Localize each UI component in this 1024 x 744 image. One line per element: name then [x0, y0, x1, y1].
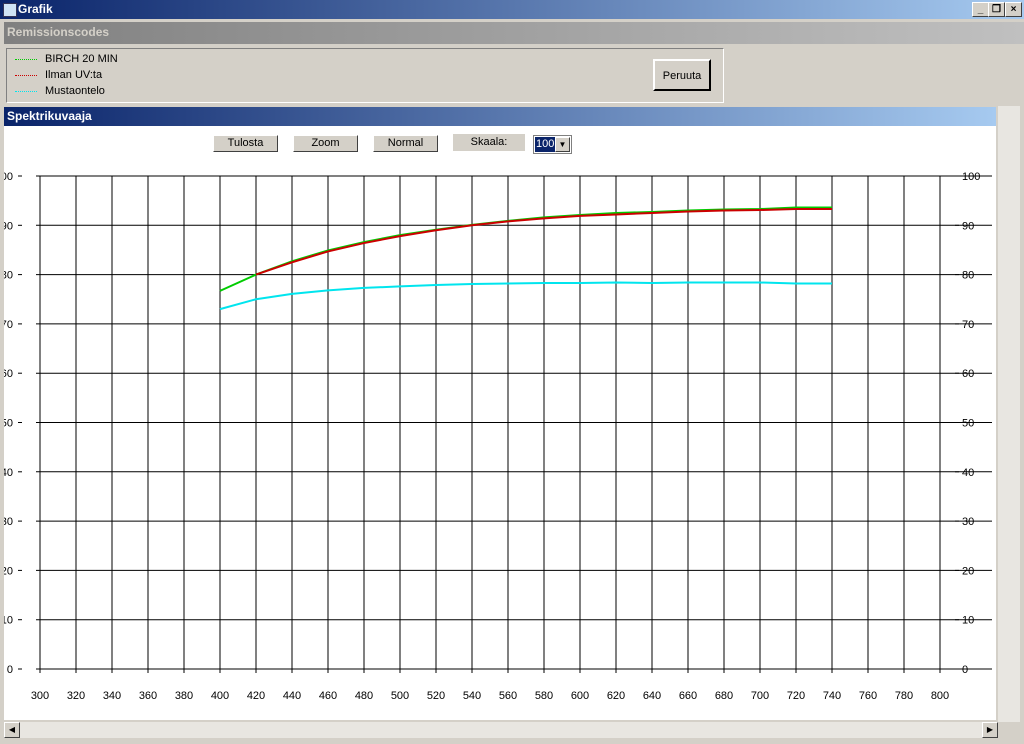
x-tick-label: 520	[427, 690, 445, 702]
x-tick-label: 400	[211, 690, 229, 702]
x-tick-label: 600	[571, 690, 589, 702]
x-tick-label: 640	[643, 690, 661, 702]
legend-label: Ilman UV:ta	[45, 69, 103, 81]
x-tick-label: 300	[31, 690, 49, 702]
x-tick-label: 500	[391, 690, 409, 702]
y-tick-label-left: 100	[4, 171, 13, 183]
legend-label: Mustaontelo	[45, 85, 105, 97]
legend-panel: BIRCH 20 MIN Ilman UV:ta Mustaontelo Per…	[6, 48, 724, 103]
y-tick-label-right: 30	[962, 516, 974, 528]
y-tick-label-right: 100	[962, 171, 980, 183]
plot-area: 300 320 340 360 380 400 420 440 460 480 500 520 540 5…	[0, 126, 996, 720]
cancel-button[interactable]: Peruuta	[653, 59, 711, 91]
x-tick-label: 720	[787, 690, 805, 702]
y-tick-label-left: 90	[4, 220, 13, 232]
close-button[interactable]: ×	[1005, 2, 1022, 17]
scale-value: 100	[535, 137, 556, 152]
x-tick-label: 800	[931, 690, 949, 702]
y-tick-label-left: 50	[4, 418, 13, 430]
scale-select[interactable]: 100 ▼	[533, 135, 572, 154]
vertical-scrollbar[interactable]	[998, 106, 1020, 722]
y-tick-label-right: 40	[962, 467, 974, 479]
legend-label: BIRCH 20 MIN	[45, 53, 118, 65]
y-tick-label-right: 60	[962, 368, 974, 380]
chart-panel-title: Spektrikuvaaja	[4, 107, 996, 126]
y-tick-label-left: 0	[7, 664, 13, 676]
legend-item: Ilman UV:ta	[15, 69, 102, 81]
y-tick-label-right: 20	[962, 565, 974, 577]
legend-swatch	[15, 58, 37, 60]
y-tick-label-left: 20	[4, 565, 13, 577]
scale-label: Skaala:	[453, 134, 525, 151]
x-tick-label: 340	[103, 690, 121, 702]
y-tick-label-right: 0	[962, 664, 968, 676]
x-tick-label: 760	[859, 690, 877, 702]
zoom-button[interactable]: Zoom	[293, 135, 358, 152]
scroll-right-icon[interactable]: ▶	[982, 722, 998, 738]
x-tick-label: 660	[679, 690, 697, 702]
y-tick-label-right: 10	[962, 615, 974, 627]
y-tick-label-left: 60	[4, 368, 13, 380]
scroll-left-icon[interactable]: ◀	[4, 722, 20, 738]
horizontal-scrollbar[interactable]: ◀ ▶	[4, 722, 998, 738]
legend-swatch	[15, 90, 37, 92]
y-tick-label-left: 10	[4, 615, 13, 627]
x-tick-label: 700	[751, 690, 769, 702]
y-tick-label-right: 90	[962, 220, 974, 232]
y-tick-label-right: 80	[962, 270, 974, 282]
window-title: Grafik	[18, 2, 53, 16]
chevron-down-icon[interactable]: ▼	[555, 137, 570, 152]
x-tick-label: 380	[175, 690, 193, 702]
x-tick-label: 460	[319, 690, 337, 702]
minimize-button[interactable]: _	[972, 2, 989, 17]
legend-item: Mustaontelo	[15, 85, 105, 97]
x-tick-label: 680	[715, 690, 733, 702]
x-tick-label: 440	[283, 690, 301, 702]
x-tick-label: 740	[823, 690, 841, 702]
legend-item: BIRCH 20 MIN	[15, 53, 118, 65]
x-tick-label: 580	[535, 690, 553, 702]
title-bar: Grafik _ ❐ ×	[0, 0, 1024, 19]
y-tick-label-left: 80	[4, 270, 13, 282]
x-tick-label: 780	[895, 690, 913, 702]
normal-button[interactable]: Normal	[373, 135, 438, 152]
legend-panel-title: Remissionscodes	[4, 22, 1024, 44]
y-tick-label-left: 70	[4, 319, 13, 331]
x-tick-label: 420	[247, 690, 265, 702]
x-tick-label: 320	[67, 690, 85, 702]
y-tick-label-left: 40	[4, 467, 13, 479]
print-button[interactable]: Tulosta	[213, 135, 278, 152]
y-tick-label-left: 30	[4, 516, 13, 528]
x-tick-label: 540	[463, 690, 481, 702]
y-tick-label-right: 50	[962, 418, 974, 430]
y-tick-label-right: 70	[962, 319, 974, 331]
restore-button[interactable]: ❐	[988, 2, 1005, 17]
x-tick-label: 560	[499, 690, 517, 702]
legend-swatch	[15, 74, 37, 76]
chart: 300 320 340 360 380 400 420 440 460 480 500 520 540 5…	[0, 171, 992, 702]
x-tick-label: 480	[355, 690, 373, 702]
x-tick-label: 620	[607, 690, 625, 702]
x-tick-label: 360	[139, 690, 157, 702]
series-line-3	[219, 281, 832, 311]
app-icon	[3, 3, 17, 17]
